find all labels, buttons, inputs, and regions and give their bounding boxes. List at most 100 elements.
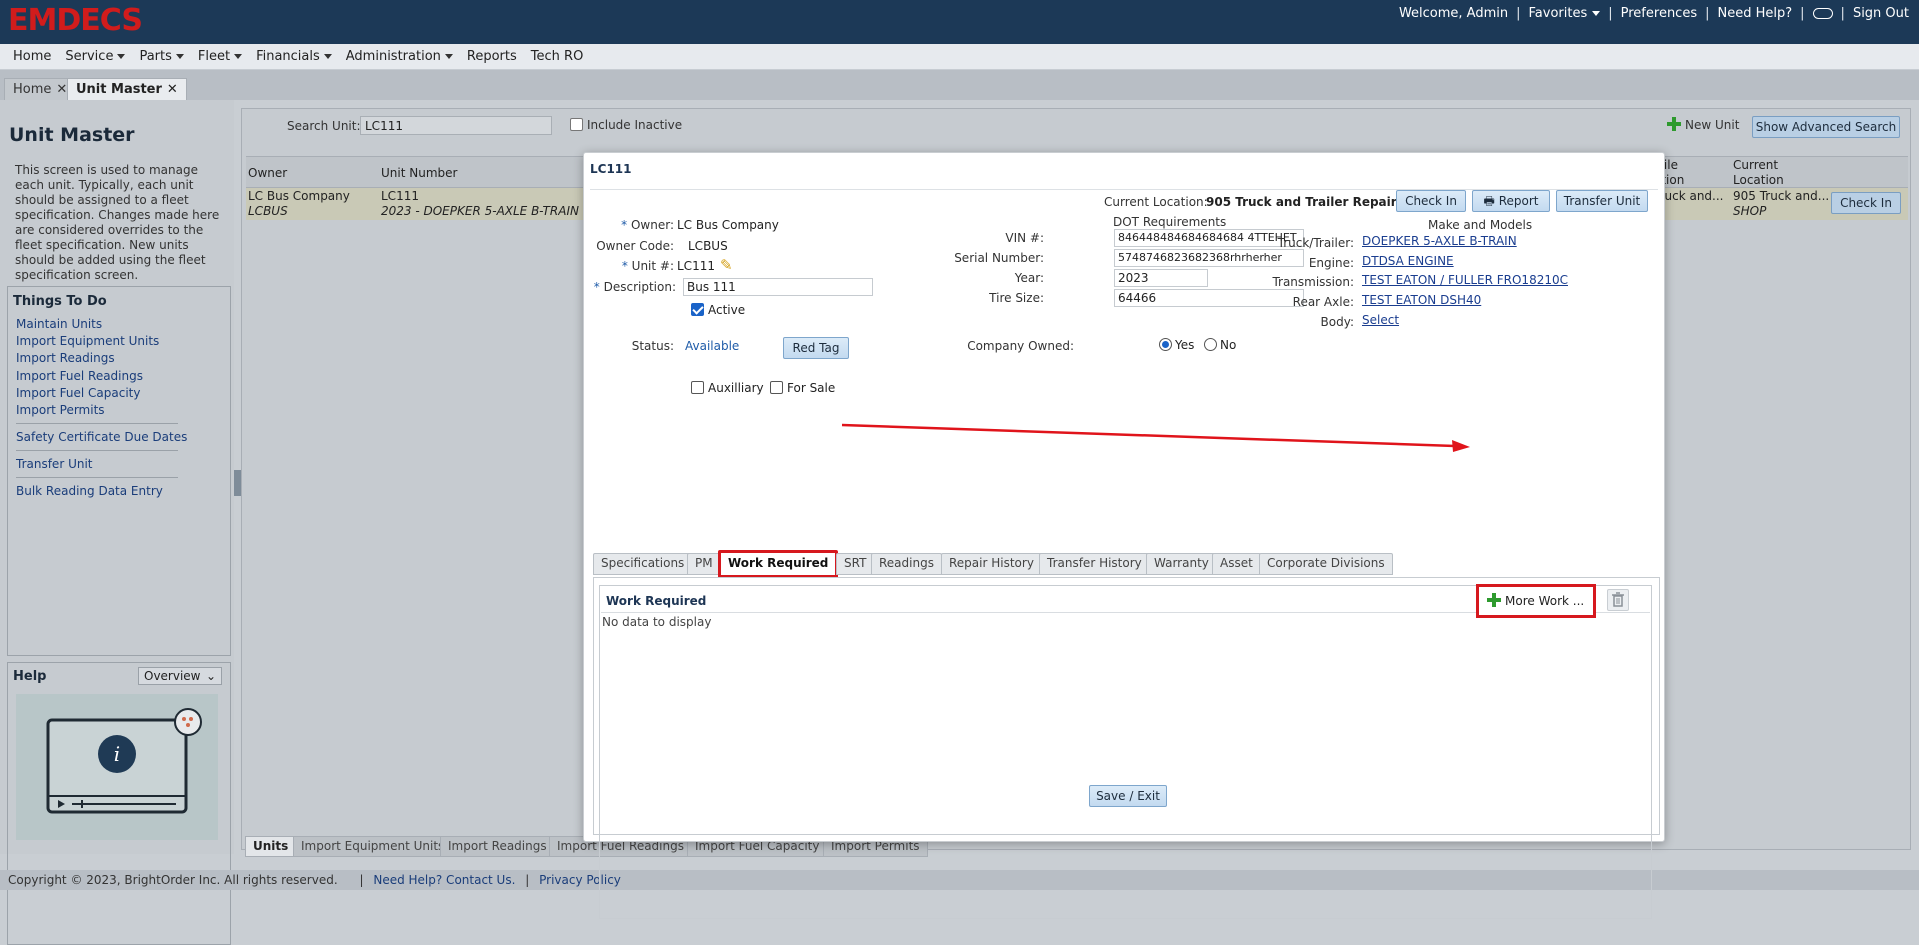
row-owner: LC Bus Company: [248, 189, 350, 203]
bottom-tab-units[interactable]: Units: [245, 836, 297, 857]
truck-trailer-link[interactable]: DOEPKER 5-AXLE B-TRAIN: [1362, 234, 1517, 248]
close-icon[interactable]: ✕: [56, 82, 67, 97]
tab-warranty[interactable]: Warranty: [1146, 553, 1217, 575]
menu-tech-ro[interactable]: Tech RO: [531, 49, 584, 64]
todo-safety-certificate[interactable]: Safety Certificate Due Dates: [16, 430, 187, 444]
delete-button[interactable]: [1607, 589, 1629, 611]
column-owner[interactable]: Owner: [248, 166, 287, 180]
divider: [16, 477, 178, 478]
tab-specifications[interactable]: Specifications: [593, 553, 693, 575]
rear-axle-link[interactable]: TEST EATON DSH40: [1362, 293, 1481, 307]
todo-import-fuel-readings[interactable]: Import Fuel Readings: [16, 369, 143, 383]
todo-transfer-unit[interactable]: Transfer Unit: [16, 457, 93, 471]
menu-parts[interactable]: Parts: [139, 49, 184, 64]
engine-label: Engine:: [1308, 256, 1354, 270]
tab-pm[interactable]: PM: [687, 553, 721, 575]
row-check-in-button[interactable]: Check In: [1831, 192, 1901, 214]
tab-repair-history[interactable]: Repair History: [941, 553, 1042, 575]
things-to-do-title: Things To Do: [13, 294, 107, 309]
chevron-down-icon: [234, 54, 243, 59]
contact-us-link[interactable]: Need Help? Contact Us.: [373, 873, 515, 887]
engine-link[interactable]: DTDSA ENGINE: [1362, 254, 1454, 268]
for-sale-checkbox[interactable]: For Sale: [770, 381, 835, 395]
plus-icon: [1667, 117, 1681, 131]
menu-home[interactable]: Home: [13, 49, 51, 64]
rear-axle-label: Rear Axle:: [1292, 295, 1354, 309]
trash-icon: [1612, 592, 1624, 607]
red-tag-button[interactable]: Red Tag: [783, 337, 849, 359]
search-unit-label: Search Unit:: [287, 119, 361, 133]
status-label: Status:: [631, 339, 674, 353]
close-icon[interactable]: ✕: [167, 82, 178, 97]
save-exit-button[interactable]: Save / Exit: [1089, 785, 1167, 807]
video-player-icon: i: [46, 708, 202, 814]
menu-financials[interactable]: Financials: [256, 49, 332, 64]
more-work-button[interactable]: More Work ...: [1483, 591, 1589, 611]
need-help-link[interactable]: Need Help?: [1718, 6, 1793, 21]
todo-maintain-units[interactable]: Maintain Units: [16, 317, 102, 331]
tab-srt[interactable]: SRT: [836, 553, 875, 575]
work-required-grid: [599, 585, 1652, 919]
chat-icon[interactable]: [1812, 8, 1833, 19]
company-owned-yes-radio[interactable]: Yes: [1159, 338, 1194, 352]
favorites-menu[interactable]: Favorites: [1529, 6, 1601, 21]
tab-work-required[interactable]: Work Required: [718, 550, 839, 578]
help-topic-select[interactable]: Overview ⌄: [138, 667, 222, 685]
menu-fleet[interactable]: Fleet: [198, 49, 243, 64]
tab-asset[interactable]: Asset: [1212, 553, 1261, 575]
column-unit-number[interactable]: Unit Number: [381, 166, 457, 180]
company-owned-no-radio[interactable]: No: [1204, 338, 1236, 352]
todo-import-permits[interactable]: Import Permits: [16, 403, 105, 417]
search-unit-input[interactable]: LC111: [360, 116, 552, 135]
page-title: Unit Master: [9, 124, 135, 146]
menu-administration[interactable]: Administration: [346, 49, 453, 64]
transfer-unit-button[interactable]: Transfer Unit: [1556, 190, 1648, 212]
chevron-down-icon: [323, 54, 332, 59]
row-unit-number: LC111: [381, 189, 419, 203]
report-button[interactable]: 🖶 Report: [1472, 190, 1550, 212]
show-advanced-search-button[interactable]: Show Advanced Search: [1752, 116, 1900, 138]
unit-number-value: LC111: [677, 259, 715, 273]
truck-trailer-label: Truck/Trailer:: [1277, 236, 1354, 250]
description-input[interactable]: Bus 111: [683, 278, 873, 296]
todo-import-fuel-capacity[interactable]: Import Fuel Capacity: [16, 386, 140, 400]
tab-corporate-divisions[interactable]: Corporate Divisions: [1259, 553, 1393, 575]
body-select-link[interactable]: Select: [1362, 313, 1399, 327]
plus-icon: [1487, 593, 1501, 607]
menu-service[interactable]: Service: [65, 49, 126, 64]
tab-transfer-history[interactable]: Transfer History: [1039, 553, 1150, 575]
chevron-down-icon: [444, 54, 453, 59]
row-unit-desc: 2023 - DOEPKER 5-AXLE B-TRAIN: [381, 204, 579, 218]
column-current-location[interactable]: Current: [1733, 158, 1778, 172]
check-in-button[interactable]: Check In: [1396, 190, 1466, 212]
help-video-thumbnail[interactable]: i: [16, 694, 218, 840]
bottom-tab-import-readings[interactable]: Import Readings: [440, 836, 555, 857]
chevron-down-icon: [117, 54, 126, 59]
new-unit-button[interactable]: New Unit: [1667, 117, 1739, 132]
menu-reports[interactable]: Reports: [467, 49, 517, 64]
include-inactive-checkbox[interactable]: Include Inactive: [570, 118, 682, 132]
sign-out-link[interactable]: Sign Out: [1853, 6, 1909, 21]
auxiliary-checkbox[interactable]: Auxilliary: [691, 381, 764, 395]
work-required-title: Work Required: [606, 594, 707, 608]
user-links: Welcome, Admin | Favorites | Preferences…: [1398, 6, 1909, 21]
todo-import-readings[interactable]: Import Readings: [16, 351, 115, 365]
tab-readings[interactable]: Readings: [871, 553, 942, 575]
todo-bulk-reading[interactable]: Bulk Reading Data Entry: [16, 484, 163, 498]
page-description: This screen is used to manage each unit.…: [15, 163, 220, 282]
page-tab-unit-master[interactable]: Unit Master ✕: [67, 78, 187, 100]
todo-import-equipment-units[interactable]: Import Equipment Units: [16, 334, 159, 348]
edit-pencil-icon[interactable]: ✎: [720, 256, 733, 274]
active-checkbox[interactable]: Active: [691, 303, 745, 317]
transmission-link[interactable]: TEST EATON / FULLER FRO18210C: [1362, 273, 1568, 287]
year-input[interactable]: 2023: [1114, 269, 1208, 287]
bottom-tab-import-equipment-units[interactable]: Import Equipment Units: [293, 836, 453, 857]
make-and-models-title: Make and Models: [1428, 218, 1533, 232]
page-tab-home[interactable]: Home ✕: [4, 78, 77, 100]
preferences-link[interactable]: Preferences: [1621, 6, 1697, 21]
left-panel: Unit Master This screen is used to manag…: [0, 100, 234, 945]
year-label: Year:: [1014, 271, 1044, 285]
column-current-location-2: Location: [1733, 173, 1784, 187]
unit-dialog: LC111 Current Location: 905 Truck and Tr…: [583, 152, 1665, 919]
welcome-text: Welcome, Admin: [1398, 6, 1509, 21]
